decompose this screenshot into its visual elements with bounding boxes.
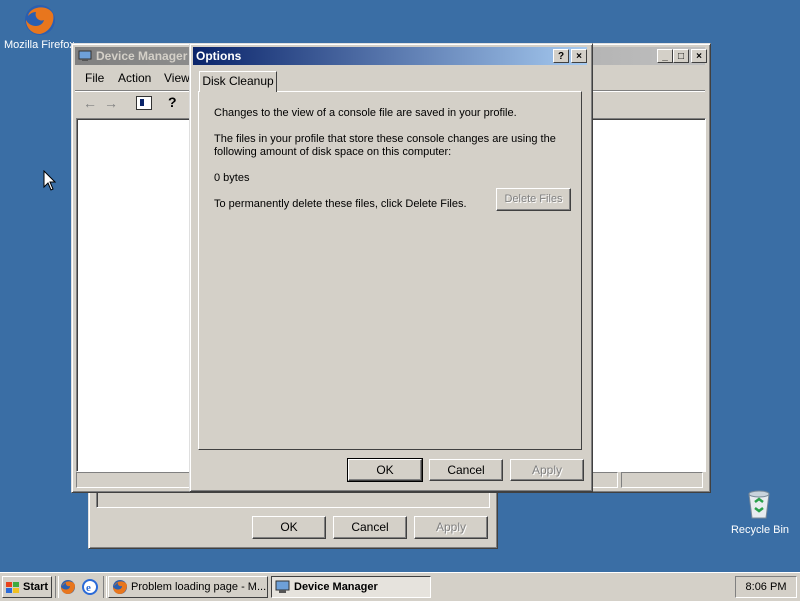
recycle-bin-desktop-icon[interactable] <box>744 488 774 520</box>
quicklaunch-separator-2 <box>103 576 107 598</box>
options-titlebar[interactable]: Options ? × <box>193 47 587 65</box>
start-button[interactable]: Start <box>2 576 52 598</box>
svg-text:e: e <box>86 582 91 594</box>
help-question-icon[interactable]: ? <box>168 94 177 110</box>
recycle-bin-icon <box>748 490 770 519</box>
options-title: Options <box>196 49 242 63</box>
device-manager-title: Device Manager <box>96 49 188 63</box>
back-ok-button[interactable]: OK <box>252 516 326 539</box>
disk-usage-text-1: The files in your profile that store the… <box>214 133 556 145</box>
options-dialog: Options ? × Disk Cleanup Changes to the … <box>189 43 593 492</box>
firefox-desktop-label: Mozilla Firefox <box>4 39 74 51</box>
profile-info-text: Changes to the view of a console file ar… <box>214 107 517 119</box>
back-apply-button[interactable]: Apply <box>414 516 488 539</box>
mouse-cursor-icon <box>43 170 57 191</box>
dm-maximize-button[interactable]: □ <box>673 49 689 63</box>
start-label: Start <box>23 581 49 593</box>
menu-view[interactable]: View <box>164 71 190 85</box>
delete-files-prompt: To permanently delete these files, click… <box>214 198 467 210</box>
dm-close-button[interactable]: × <box>691 49 707 63</box>
disk-size-value: 0 bytes <box>214 172 250 184</box>
options-ok-button[interactable]: OK <box>347 458 423 482</box>
firefox-desktop-icon[interactable] <box>22 2 58 38</box>
device-manager-task-icon <box>275 580 291 594</box>
taskbar-item-firefox-label: Problem loading page - M... <box>131 581 267 593</box>
firefox-icon <box>25 5 55 35</box>
show-hide-tree-icon[interactable] <box>136 96 152 110</box>
disk-usage-text-2: following amount of disk space on this c… <box>214 146 452 158</box>
windows-logo-icon <box>6 581 20 593</box>
back-cancel-button[interactable]: Cancel <box>333 516 407 539</box>
back-dialog-panel <box>96 491 490 508</box>
quicklaunch-ie-icon[interactable]: e <box>82 579 98 595</box>
recycle-bin-label: Recycle Bin <box>730 524 790 536</box>
forward-arrow-icon[interactable]: → <box>104 95 118 111</box>
quicklaunch-separator <box>55 576 59 598</box>
menu-file[interactable]: File <box>85 71 104 85</box>
dm-minimize-button[interactable]: _ <box>657 49 673 63</box>
taskbar-item-device-manager-label: Device Manager <box>294 581 378 593</box>
computer-icon <box>78 49 92 61</box>
options-cancel-button[interactable]: Cancel <box>429 459 503 481</box>
options-help-button[interactable]: ? <box>553 49 569 63</box>
status-cell-2 <box>621 472 703 488</box>
disk-cleanup-panel: Changes to the view of a console file ar… <box>198 91 582 450</box>
clock-text: 8:06 PM <box>745 581 787 593</box>
back-arrow-icon[interactable]: ← <box>83 95 97 111</box>
taskbar: Start e Problem loading page - M... Devi… <box>0 572 800 601</box>
menu-action[interactable]: Action <box>118 71 151 85</box>
taskbar-item-firefox[interactable]: Problem loading page - M... <box>108 576 268 598</box>
firefox-task-icon <box>112 579 128 595</box>
system-tray-clock[interactable]: 8:06 PM <box>735 576 797 598</box>
options-close-button[interactable]: × <box>571 49 587 63</box>
tab-disk-cleanup[interactable]: Disk Cleanup <box>199 71 277 92</box>
delete-files-button[interactable]: Delete Files <box>496 188 571 211</box>
quicklaunch-firefox-icon[interactable] <box>60 579 76 595</box>
options-apply-button[interactable]: Apply <box>510 459 584 481</box>
taskbar-item-device-manager[interactable]: Device Manager <box>271 576 431 598</box>
tab-disk-cleanup-label: Disk Cleanup <box>202 74 274 88</box>
